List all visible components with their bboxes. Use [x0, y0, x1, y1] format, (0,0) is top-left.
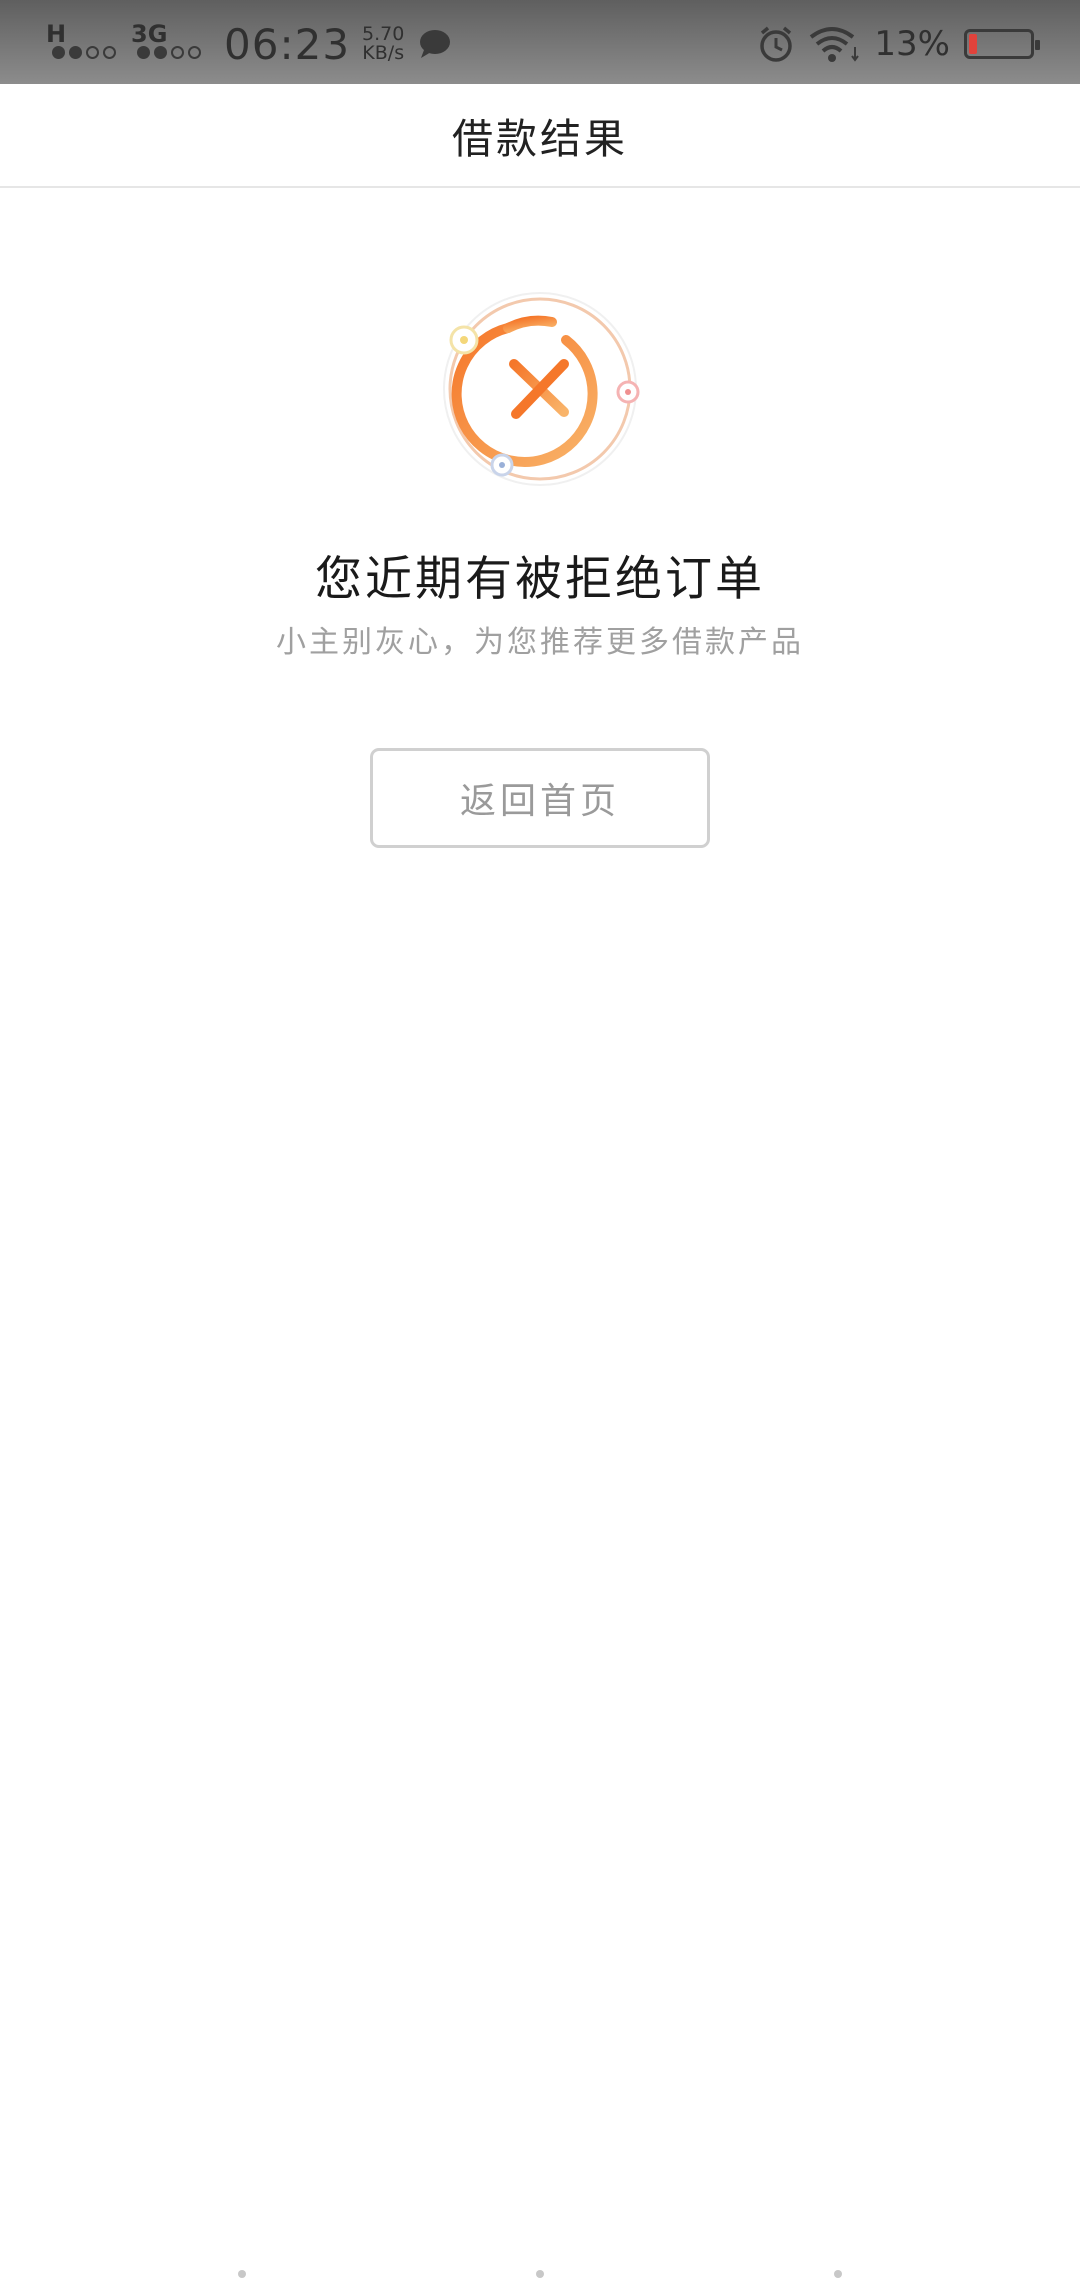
nav-bar: 借款结果	[0, 84, 1080, 188]
signal-strength-2: 3G	[131, 16, 206, 72]
wifi-icon	[810, 27, 860, 62]
message-icon	[420, 30, 451, 58]
result-subtitle: 小主别灰心，为您推荐更多借款产品	[276, 625, 804, 660]
back-home-button[interactable]: 返回首页	[370, 748, 710, 848]
signal-dot	[154, 46, 167, 59]
status-time: 06:23	[224, 19, 351, 69]
signal-1-label: H	[46, 20, 67, 48]
status-bar: H 3G 06:23 5.70 KB/s 13%	[0, 0, 1080, 84]
signal-dot	[86, 46, 99, 59]
signal-2-label: 3G	[131, 20, 168, 48]
status-right: 13%	[758, 14, 1040, 74]
battery-level	[969, 34, 977, 54]
signal-dot	[137, 46, 150, 59]
page-indicator-dot	[834, 2270, 842, 2278]
battery-icon	[964, 29, 1040, 59]
signal-dot	[52, 46, 65, 59]
page-title: 借款结果	[452, 115, 628, 163]
page-indicator-dot	[536, 2270, 544, 2278]
signal-dot	[69, 46, 82, 59]
result-title: 您近期有被拒绝订单	[315, 552, 765, 607]
battery-percent: 13%	[874, 24, 950, 64]
signal-dot	[188, 46, 201, 59]
page-indicator-dot	[238, 2270, 246, 2278]
signal-dot	[171, 46, 184, 59]
status-left: H 3G 06:23 5.70 KB/s	[46, 14, 452, 74]
speed-unit: KB/s	[362, 42, 405, 64]
signal-strength-1: H	[46, 16, 121, 72]
rejected-x-icon	[443, 292, 640, 486]
network-speed: 5.70 KB/s	[362, 25, 404, 63]
alarm-icon	[760, 26, 793, 62]
signal-dot	[103, 46, 116, 59]
